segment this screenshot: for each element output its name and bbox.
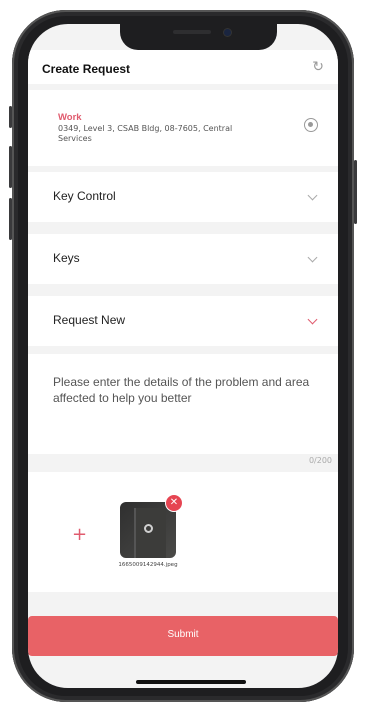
front-camera [224,29,231,36]
location-label: Work [58,112,82,123]
speaker [173,30,211,34]
add-attachment-icon[interactable]: + [72,524,87,545]
category-dropdown[interactable]: Key Control [28,172,338,222]
chevron-down-icon [307,190,318,201]
submit-button-label: Submit [167,629,199,640]
chevron-down-icon [307,252,318,263]
volume-up-button [9,146,12,188]
target-icon[interactable] [304,118,318,132]
description-textarea[interactable]: Please enter the details of the problem … [28,354,338,454]
door-image [134,508,166,558]
remove-attachment-icon[interactable]: ✕ [165,494,183,512]
location-address: 0349, Level 3, CSAB Bldg, 08-7605, Centr… [58,124,233,143]
power-button [354,160,357,224]
notch [120,24,277,50]
chevron-down-icon [307,314,318,325]
page-title: Create Request [42,62,131,76]
attachment-filename: 1665009142944.jpeg [118,562,178,568]
screen: Create Request ↻ Work 0349, Level 3, CSA… [28,24,338,688]
mute-switch [9,106,12,128]
request-type-dropdown-label: Request New [53,313,126,327]
header-bar: Create Request ↻ [28,50,338,84]
subcategory-dropdown-label: Keys [53,251,80,265]
subcategory-dropdown[interactable]: Keys [28,234,338,284]
category-dropdown-label: Key Control [53,189,116,203]
attachments-card: + ✕ 1665009142944.jpeg [28,472,338,592]
submit-button[interactable]: Submit [28,616,338,656]
request-type-dropdown[interactable]: Request New [28,296,338,346]
attachment-thumbnail[interactable] [120,502,176,558]
home-indicator [136,680,246,684]
refresh-icon[interactable]: ↻ [312,59,324,75]
location-card[interactable]: Work 0349, Level 3, CSAB Bldg, 08-7605, … [28,90,338,166]
description-placeholder: Please enter the details of the problem … [53,375,310,405]
lock-image [144,524,153,533]
character-counter: 0/200 [308,456,332,465]
volume-down-button [9,198,12,240]
